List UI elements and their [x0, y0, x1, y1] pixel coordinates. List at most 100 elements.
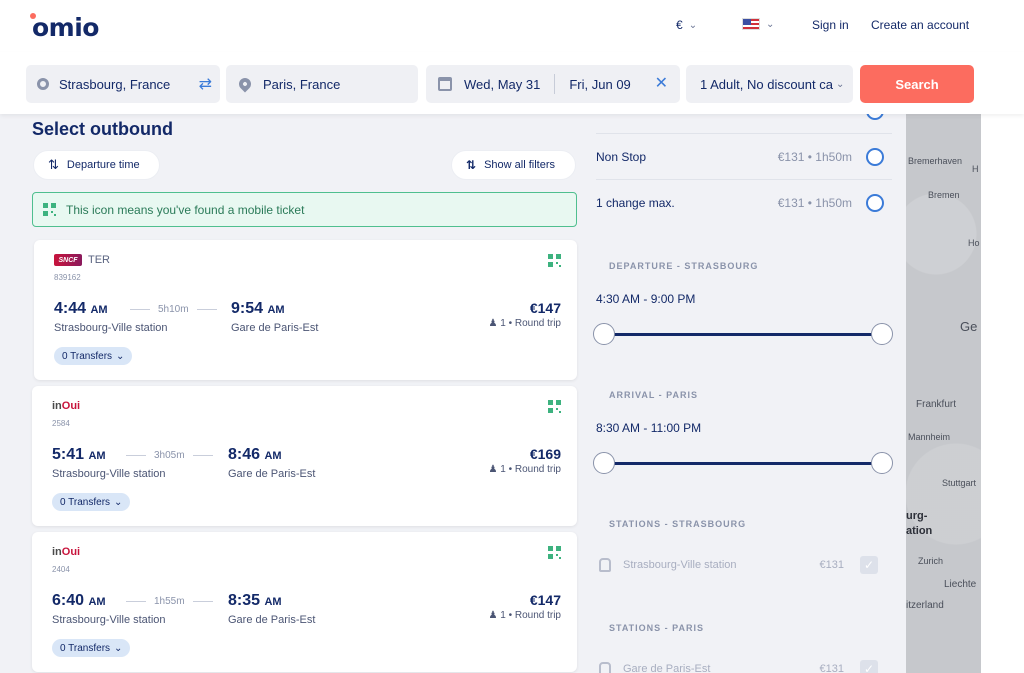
arr-ampm: AM: [264, 596, 282, 608]
filter-row-nonstop[interactable]: Non Stop €131 • 1h50m: [596, 134, 892, 180]
inoui-logo-part: in: [52, 546, 62, 558]
clear-return-icon[interactable]: ✕: [655, 73, 668, 93]
operator-name: TER: [88, 254, 110, 266]
map-label: Ge: [960, 319, 978, 334]
destination-field[interactable]: Paris, France: [226, 65, 418, 103]
duration: 3h05m: [126, 450, 213, 461]
mobile-ticket-qr-icon: [43, 203, 56, 216]
map-label: Ho: [968, 238, 980, 248]
departure-station: Strasbourg-Ville station: [52, 614, 166, 626]
sncf-logo: SNCF: [54, 254, 82, 266]
map[interactable]: Bremerhaven H Bremen Ho Ge Frankfurt Man…: [906, 114, 981, 673]
arr-ampm: AM: [267, 304, 285, 316]
map-label: Zurich: [918, 556, 944, 566]
trip-info: ♟ 1 • Round trip: [488, 464, 561, 475]
journey-card[interactable]: inOui 2404 6:40 AM 1h55m 8:35 AM Strasbo…: [32, 532, 577, 672]
currency-symbol: €: [676, 18, 683, 32]
dep-ampm: AM: [88, 450, 106, 462]
slider-handle-max[interactable]: [871, 323, 893, 345]
journey-card[interactable]: inOui 2584 5:41 AM 3h05m 8:46 AM Strasbo…: [32, 386, 577, 526]
inoui-logo-part: Oui: [61, 400, 81, 412]
radio-button[interactable]: [866, 147, 884, 166]
slider-handle-min[interactable]: [593, 452, 615, 474]
arrival-range: 8:30 AM - 11:00 PM: [596, 421, 702, 435]
person-icon: ♟: [488, 318, 498, 329]
sort-departure-button[interactable]: ⇅ Departure time: [33, 150, 160, 180]
map-label: Bremen: [928, 190, 960, 200]
arrival-station: Gare de Paris-Est: [228, 468, 316, 480]
duration-value: 5h10m: [158, 304, 189, 315]
sign-in-link[interactable]: Sign in: [812, 18, 849, 32]
date-field[interactable]: Wed, May 31 Fri, Jun 09 ✕: [426, 65, 680, 103]
slider-handle-max[interactable]: [871, 452, 893, 474]
inoui-logo: inOui: [52, 546, 80, 558]
checkbox[interactable]: ✓: [860, 660, 878, 673]
dep-time-value: 6:40: [52, 592, 85, 609]
operator: SNCF TER: [54, 254, 110, 266]
journey-card[interactable]: SNCF TER 839162 4:44 AM 5h10m 9:54 AM St…: [34, 240, 577, 380]
swap-icon[interactable]: ⇄: [199, 74, 212, 94]
map-label: Bremerhaven: [908, 156, 963, 166]
map-label: Mannheim: [908, 432, 951, 442]
arrival-slider[interactable]: [593, 452, 893, 474]
filters-label: Show all filters: [484, 159, 555, 171]
depart-date[interactable]: Wed, May 31: [464, 77, 540, 92]
passengers-field[interactable]: 1 Adult, No discount ca ⌄: [686, 65, 853, 103]
arr-time-value: 8:35: [228, 592, 261, 609]
station-price: €131: [819, 663, 844, 673]
search-button-label: Search: [895, 76, 939, 92]
person-icon: ♟: [488, 464, 498, 475]
create-account-link[interactable]: Create an account: [871, 18, 969, 32]
trip-info: ♟ 1 • Round trip: [488, 610, 561, 621]
price: €147: [529, 592, 561, 608]
language-selector[interactable]: ⌄: [742, 18, 774, 30]
slider-handle-min[interactable]: [593, 323, 615, 345]
departure-time: 5:41 AM: [52, 446, 106, 464]
radio-button[interactable]: [866, 194, 884, 212]
departure-time: 6:40 AM: [52, 592, 106, 610]
transfers-toggle[interactable]: 0 Transfers ⌄: [54, 347, 133, 365]
operator: inOui: [52, 546, 80, 558]
inoui-logo-part: in: [52, 400, 62, 412]
station-from-row[interactable]: Strasbourg-Ville station €131 ✓: [596, 550, 892, 580]
train-icon: [599, 662, 611, 673]
radio-button[interactable]: [866, 114, 884, 120]
transfers-toggle[interactable]: 0 Transfers ⌄: [52, 639, 131, 657]
map-label: Liechte: [944, 579, 977, 590]
transfers-label: 0 Transfers: [60, 642, 111, 654]
arr-time-value: 8:46: [228, 446, 261, 463]
mobile-ticket-qr-icon: [548, 254, 561, 267]
mobile-ticket-notice: This icon means you've found a mobile ti…: [32, 192, 577, 227]
show-filters-button[interactable]: ⇅ Show all filters: [451, 150, 576, 180]
price: €169: [529, 446, 561, 462]
map-label: ation: [906, 525, 933, 537]
departure-station: Strasbourg-Ville station: [54, 322, 168, 334]
chevron-down-icon: ⌄: [688, 19, 698, 31]
duration: 1h55m: [126, 596, 213, 607]
omio-logo[interactable]: omio: [30, 13, 99, 42]
dep-time-value: 5:41: [52, 446, 85, 463]
search-button[interactable]: Search: [860, 65, 974, 103]
filter-sliders-icon: ⇅: [466, 158, 477, 172]
arrival-time: 9:54 AM: [231, 300, 285, 318]
transfers-toggle[interactable]: 0 Transfers ⌄: [52, 493, 131, 511]
station-to-row[interactable]: Gare de Paris-Est €131 ✓: [596, 654, 892, 673]
trip-text: 1 • Round trip: [500, 610, 561, 621]
filter-row-one-change[interactable]: 1 change max. €131 • 1h50m: [596, 180, 892, 226]
departure-slider[interactable]: [593, 323, 893, 345]
origin-field[interactable]: Strasbourg, France ⇄: [26, 65, 220, 103]
duration-value: 3h05m: [154, 450, 185, 461]
filter-value: €131 • 1h50m: [777, 149, 852, 164]
us-flag-icon: [742, 18, 760, 30]
transfers-label: 0 Transfers: [62, 350, 113, 362]
return-date[interactable]: Fri, Jun 09: [569, 77, 630, 92]
checkbox[interactable]: ✓: [860, 556, 878, 574]
currency-selector[interactable]: € ⌄: [676, 18, 697, 32]
arrival-station: Gare de Paris-Est: [228, 614, 316, 626]
inoui-logo-part: Oui: [61, 546, 81, 558]
stations-to-title: STATIONS - PARIS: [609, 623, 705, 633]
operator: inOui: [52, 400, 80, 412]
filter-value: €131 • 1h50m: [777, 196, 852, 210]
filter-row-any[interactable]: [596, 114, 892, 134]
chevron-down-icon: ⌄: [114, 496, 123, 508]
